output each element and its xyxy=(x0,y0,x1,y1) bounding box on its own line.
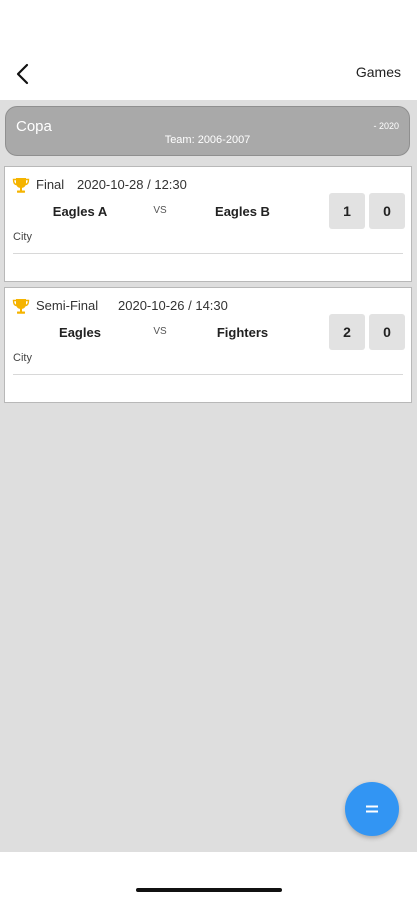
page-title: Games xyxy=(355,64,401,80)
navigation-header: Games xyxy=(0,0,417,100)
competition-name: Copa xyxy=(16,118,52,135)
competition-team: Team: 2006-2007 xyxy=(164,134,251,146)
game-card[interactable]: Semi-Final 2020-10-26 / 14:30 Eagles VS … xyxy=(4,287,412,403)
back-button[interactable] xyxy=(10,60,36,88)
home-score: 1 xyxy=(329,193,365,229)
game-date: 2020-10-28 / 12:30 xyxy=(77,177,187,192)
competition-year: - 2020 xyxy=(373,121,399,131)
trophy-icon xyxy=(12,178,30,193)
home-team: Eagles xyxy=(59,325,101,340)
chevron-left-icon xyxy=(16,63,29,85)
away-score: 0 xyxy=(369,193,405,229)
menu-fab-button[interactable] xyxy=(345,782,399,836)
home-score: 2 xyxy=(329,314,365,350)
game-round: Final xyxy=(36,177,65,192)
home-team: Eagles A xyxy=(52,204,108,219)
menu-icon xyxy=(366,805,378,813)
competition-card[interactable]: Copa Team: 2006-2007 - 2020 xyxy=(5,106,410,156)
away-team: Eagles B xyxy=(215,204,270,219)
vs-label: VS xyxy=(153,326,167,337)
divider xyxy=(13,374,403,375)
games-screen: Games Copa Team: 2006-2007 - 2020 Final … xyxy=(0,0,417,900)
divider xyxy=(13,253,403,254)
game-round: Semi-Final xyxy=(36,298,99,313)
home-indicator[interactable] xyxy=(136,888,282,892)
games-list-area[interactable]: Copa Team: 2006-2007 - 2020 Final 2020-1… xyxy=(0,100,417,852)
game-city: City xyxy=(13,352,32,364)
away-score: 0 xyxy=(369,314,405,350)
game-card[interactable]: Final 2020-10-28 / 12:30 Eagles A VS Eag… xyxy=(4,166,412,282)
game-date: 2020-10-26 / 14:30 xyxy=(118,298,228,313)
away-team: Fighters xyxy=(216,325,269,340)
game-city: City xyxy=(13,231,32,243)
footer-bar xyxy=(0,852,417,900)
trophy-icon xyxy=(12,299,30,314)
vs-label: VS xyxy=(153,205,167,216)
